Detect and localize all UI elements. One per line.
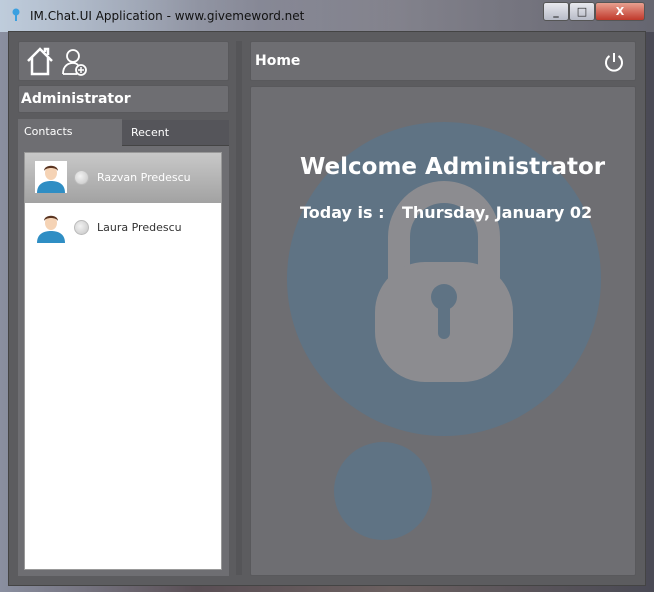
- sidebar-toolbar: [18, 41, 229, 81]
- home-icon[interactable]: [25, 46, 55, 76]
- add-contact-icon[interactable]: [61, 47, 89, 77]
- splitter[interactable]: [236, 41, 242, 575]
- tab-recent[interactable]: Recent: [122, 120, 229, 146]
- user-panel: Administrator: [18, 85, 229, 113]
- current-date: Thursday, January 02: [402, 203, 593, 222]
- status-indicator: [74, 220, 89, 235]
- status-indicator: [74, 170, 89, 185]
- today-label: Today is :: [300, 203, 385, 222]
- avatar: [35, 211, 67, 243]
- current-user-name: Administrator: [21, 91, 131, 107]
- power-icon[interactable]: [603, 51, 625, 73]
- close-button[interactable]: X: [595, 2, 645, 21]
- minimize-button[interactable]: _: [543, 2, 569, 21]
- contact-item[interactable]: Laura Predescu: [25, 203, 221, 253]
- window-title: IM.Chat.UI Application - www.givemeword.…: [30, 9, 305, 23]
- contact-name: Laura Predescu: [97, 221, 182, 234]
- contact-list[interactable]: Razvan Predescu Laura Predescu: [24, 152, 222, 570]
- welcome-heading: Welcome Administrator: [300, 154, 606, 180]
- home-content: Welcome Administrator Today is : Thursda…: [250, 86, 636, 576]
- contact-name: Razvan Predescu: [97, 171, 191, 184]
- contact-item[interactable]: Razvan Predescu: [25, 153, 221, 203]
- app-icon: [12, 8, 20, 21]
- page-title: Home: [255, 53, 301, 69]
- title-bar[interactable]: IM.Chat.UI Application - www.givemeword.…: [0, 0, 654, 32]
- avatar: [35, 161, 67, 193]
- maximize-button[interactable]: □: [569, 2, 595, 21]
- header-bar: Home: [250, 41, 636, 81]
